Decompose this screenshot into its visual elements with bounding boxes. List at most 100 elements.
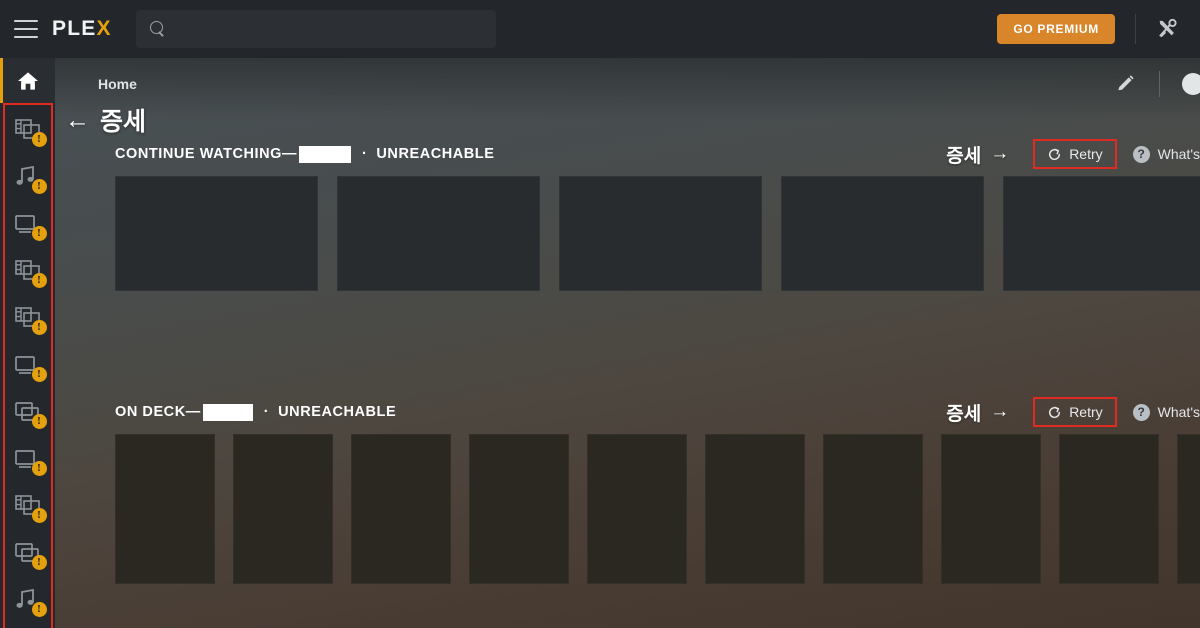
top-navigation-bar: PLEX GO PREMIUM [0,0,1200,58]
tv-library-icon: ! [14,542,47,570]
whats-this-label: What's [1157,146,1200,162]
warning-badge: ! [31,601,47,617]
hub-status-text: UNREACHABLE [278,404,397,420]
hub-korean-label[interactable]: 증세 → [946,399,1009,426]
hub-card-row[interactable] [55,434,1200,584]
retry-button[interactable]: Retry [1033,397,1117,427]
movie-library-icon: ! [14,306,47,335]
warning-badge: ! [31,319,47,335]
sidebar-item-home[interactable] [0,58,55,103]
sidebar-item-library[interactable]: ! [0,295,55,342]
hub-korean-label[interactable]: 증세 → [946,141,1009,168]
refresh-icon [1049,406,1061,418]
sidebar-item-library[interactable]: ! [0,154,55,201]
media-card-placeholder[interactable] [781,176,984,291]
movie-library-icon: ! [14,118,47,147]
hamburger-menu-icon[interactable] [14,20,38,38]
tv-library-icon: ! [14,213,47,241]
plex-app-window: PLEX GO PREMIUM ! ! ! ! ! ! ! ! ! ! ! Ho… [0,0,1200,628]
sidebar-item-library[interactable]: ! [0,389,55,436]
whats-this-label: What's [1157,404,1200,420]
hub-title-prefix: CONTINUE WATCHING— [115,146,298,162]
sidebar-item-library[interactable]: ! [0,483,55,530]
media-card-placeholder[interactable] [233,434,333,584]
topbar-divider [1135,14,1136,44]
hub-header: CONTINUE WATCHING— · UNREACHABLE 증세 → Re… [55,132,1200,176]
media-card-placeholder[interactable] [559,176,762,291]
tv-library-icon: ! [14,401,47,429]
wrench-screwdriver-icon[interactable] [1156,18,1178,40]
plex-logo-accent: X [96,17,112,40]
main-content-area: Home ← 증세 CONTINUE WATCHING— · UNREACHAB… [55,58,1200,628]
hub-title-prefix: ON DECK— [115,404,201,420]
warning-badge: ! [31,366,47,382]
search-box[interactable] [135,10,496,48]
sidebar-item-library[interactable]: ! [0,577,55,624]
sidebar-item-library[interactable]: ! [0,248,55,295]
media-card-placeholder[interactable] [1059,434,1159,584]
sidebar-item-library[interactable]: ! [0,530,55,577]
redacted-server-name [299,145,352,163]
media-card-placeholder[interactable] [587,434,687,584]
arrow-right-icon: → [990,401,1010,422]
media-card-placeholder[interactable] [337,176,540,291]
whats-this-link[interactable]: ? What's [1132,403,1200,421]
pencil-icon[interactable] [1115,74,1135,94]
hub-header: ON DECK— · UNREACHABLE 증세 → Retry ? What… [55,390,1200,434]
back-title-overlay[interactable]: ← 증세 [65,102,146,138]
warning-badge: ! [31,131,47,147]
refresh-icon [1049,148,1061,160]
arrow-right-icon: → [990,143,1010,164]
breadcrumb-home[interactable]: Home [98,76,137,92]
hub-title-separator: · [362,146,368,162]
redacted-server-name [202,403,253,421]
user-avatar[interactable] [1182,73,1200,95]
hub-korean-text: 증세 [946,403,982,425]
sidebar-item-library[interactable]: ! [0,107,55,154]
hub-title-separator: · [263,404,270,420]
retry-button-label: Retry [1069,146,1103,162]
hub-title: ON DECK— · UNREACHABLE [115,403,397,421]
retry-button-label: Retry [1069,404,1103,420]
hub-title: CONTINUE WATCHING— · UNREACHABLE [115,145,494,163]
hub-korean-text: 증세 [946,145,982,167]
hub-on-deck: ON DECK— · UNREACHABLE 증세 → Retry ? What… [55,390,1200,584]
music-library-icon: ! [15,165,47,194]
warning-badge: ! [31,554,47,570]
hub-continue-watching: CONTINUE WATCHING— · UNREACHABLE 증세 → Re… [55,132,1200,291]
media-card-placeholder[interactable] [351,434,451,584]
back-arrow-icon: ← [65,105,90,134]
media-card-placeholder[interactable] [115,434,215,584]
left-sidebar: ! ! ! ! ! ! ! ! ! ! ! [0,58,55,628]
warning-badge: ! [31,460,47,476]
retry-button[interactable]: Retry [1033,139,1117,169]
warning-badge: ! [31,413,47,429]
sidebar-item-library[interactable]: ! [0,436,55,483]
media-card-placeholder[interactable] [705,434,805,584]
warning-badge: ! [31,272,47,288]
warning-badge: ! [31,225,47,241]
hub-card-row[interactable] [55,176,1200,291]
overlay-title-text: 증세 [100,108,147,136]
plex-logo[interactable]: PLEX [52,17,112,41]
plex-logo-text: PLE [52,17,97,40]
warning-badge: ! [31,178,47,194]
sidebar-item-library[interactable]: ! [0,624,55,628]
go-premium-button[interactable]: GO PREMIUM [997,14,1115,44]
tv-library-icon: ! [14,448,47,476]
sidebar-library-list: ! ! ! ! ! ! ! ! ! ! ! [0,103,55,628]
media-card-placeholder[interactable] [115,176,318,291]
media-card-placeholder[interactable] [941,434,1041,584]
media-card-placeholder[interactable] [1177,434,1200,584]
sidebar-item-library[interactable]: ! [0,201,55,248]
breadcrumb-bar: Home [55,58,1200,110]
whats-this-link[interactable]: ? What's [1132,145,1200,163]
media-card-placeholder[interactable] [1003,176,1200,291]
search-icon [149,21,166,37]
home-icon [17,71,38,90]
media-card-placeholder[interactable] [823,434,923,584]
sidebar-item-library[interactable]: ! [0,342,55,389]
media-card-placeholder[interactable] [469,434,569,584]
question-mark-icon: ? [1132,403,1150,421]
search-input[interactable] [173,21,496,37]
